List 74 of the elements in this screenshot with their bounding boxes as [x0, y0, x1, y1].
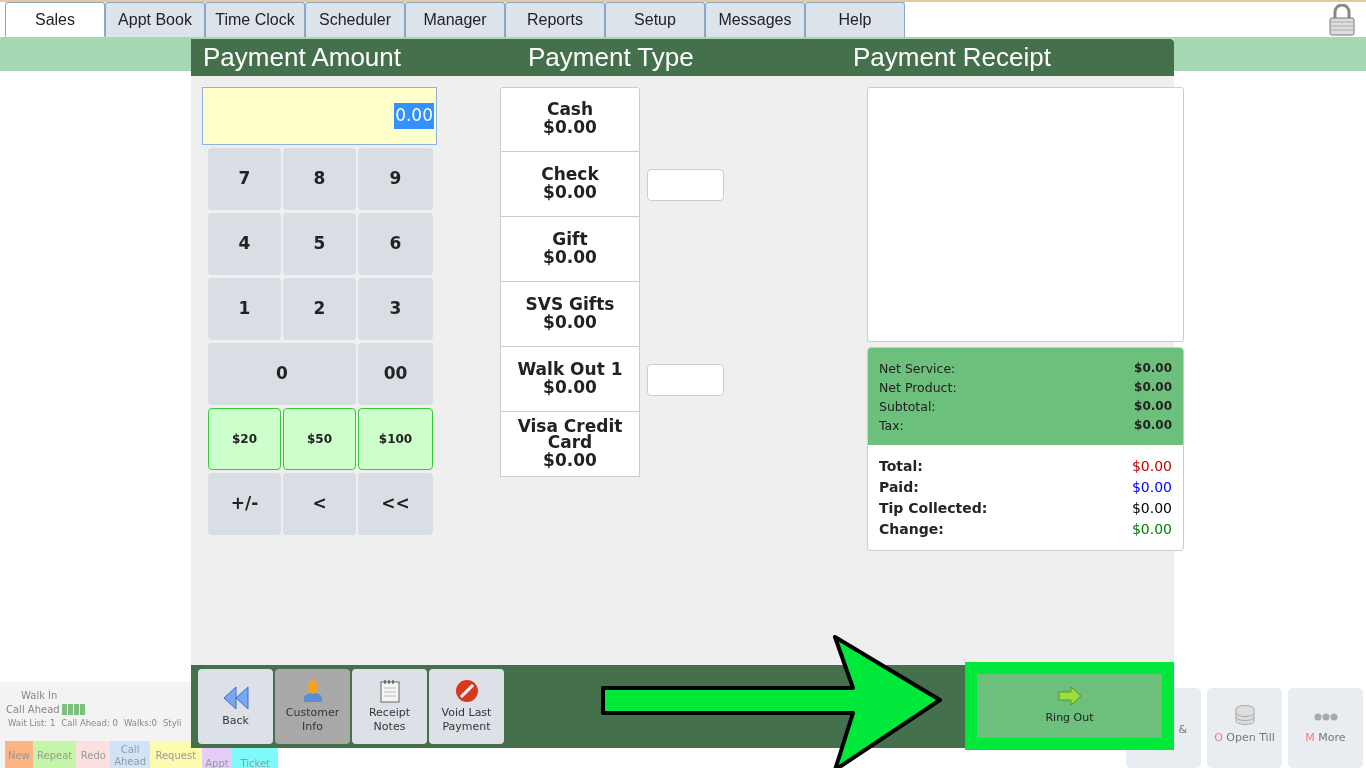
total-value: $0.00	[1131, 478, 1172, 497]
queue-label: Call Ahead	[6, 702, 60, 717]
queue-stat: Wait List: 1	[8, 716, 56, 730]
queue-stat: Walks:0	[123, 716, 157, 730]
tab[interactable]: Messages	[705, 2, 805, 37]
tab[interactable]: Manager	[405, 2, 505, 37]
keypad-key[interactable]: $20	[208, 408, 281, 470]
queue-label: Walk In	[21, 688, 58, 703]
total-label: Tip Collected:	[879, 499, 988, 518]
total-value: $0.00	[1131, 499, 1172, 518]
keypad-key[interactable]: 0	[208, 343, 356, 405]
tab[interactable]: Scheduler	[305, 2, 405, 37]
payment-type[interactable]: SVS Gifts $0.00	[500, 282, 640, 347]
keypad-key[interactable]: 3	[358, 278, 433, 340]
tab[interactable]: Setup	[605, 2, 705, 37]
summary-label: Subtotal:	[879, 398, 936, 416]
tab[interactable]: Help	[805, 2, 905, 37]
keypad-key[interactable]: 1	[208, 278, 281, 340]
queue-bars	[61, 703, 85, 715]
summary-value: $0.00	[1134, 360, 1172, 377]
panel-title: Payment Receipt	[852, 41, 1051, 74]
amount-field[interactable]	[647, 363, 724, 396]
keypad-key[interactable]: 8	[283, 148, 356, 210]
action-button[interactable]: Back	[198, 669, 273, 744]
keypad-key[interactable]: +/-	[208, 473, 281, 535]
payment-type[interactable]: Gift $0.00	[500, 217, 640, 282]
keypad-key[interactable]: <	[283, 473, 356, 535]
back-icon	[222, 684, 249, 711]
tab[interactable]: Sales	[5, 2, 105, 37]
keypad-key[interactable]: 00	[358, 343, 433, 405]
notepad-icon	[379, 678, 400, 703]
summary-label: Net Product:	[879, 379, 957, 397]
action-button[interactable]: Void Last Payment	[429, 669, 504, 744]
keypad-key[interactable]: 9	[358, 148, 433, 210]
total-value: $0.00	[1131, 520, 1172, 539]
payment-type[interactable]: Check $0.00	[500, 152, 640, 217]
keypad-key[interactable]: 2	[283, 278, 356, 340]
database-icon	[1233, 703, 1256, 726]
queue-stat: Styli	[162, 716, 182, 730]
amount-field[interactable]	[647, 168, 724, 201]
total-label: Change:	[879, 520, 944, 539]
keypad-key[interactable]: 7	[208, 148, 281, 210]
ring-out-button[interactable]: Ring Out	[977, 674, 1162, 738]
summary-value: $0.00	[1134, 379, 1172, 396]
payment-type[interactable]: Cash $0.00	[500, 87, 640, 152]
panel-title: Payment Amount	[202, 41, 402, 74]
summary-label: Net Service:	[879, 360, 956, 378]
keypad-key[interactable]: 4	[208, 213, 281, 275]
arrow-icon	[1057, 685, 1082, 706]
keypad-key[interactable]: $50	[283, 408, 356, 470]
cancel-icon	[454, 678, 479, 703]
payment-type[interactable]: Visa Credit Card $0.00	[500, 412, 640, 477]
keypad-key[interactable]: 5	[283, 213, 356, 275]
summary-label: Tax:	[879, 417, 904, 435]
panel-title: Payment Type	[527, 41, 695, 74]
action-button[interactable]: Receipt Notes	[352, 669, 427, 744]
summary-value: $0.00	[1134, 398, 1172, 415]
keypad-key[interactable]: <<	[358, 473, 433, 535]
tab[interactable]: Appt Book	[105, 2, 205, 37]
keypad-key[interactable]: 6	[358, 213, 433, 275]
tab[interactable]: Reports	[505, 2, 605, 37]
total-label: Paid:	[879, 478, 919, 497]
toolbar-button[interactable]: M More	[1288, 688, 1363, 768]
keypad-key[interactable]: $100	[358, 408, 433, 470]
tab[interactable]: Time Clock	[205, 2, 305, 37]
person-icon	[301, 678, 324, 703]
total-value: $0.00	[1131, 457, 1172, 476]
summary-value: $0.00	[1134, 417, 1172, 434]
lock-icon[interactable]	[1329, 4, 1355, 36]
total-label: Total:	[879, 457, 923, 476]
action-button[interactable]: Customer Info	[275, 669, 350, 744]
queue-stat: Call Ahead: 0	[61, 716, 118, 730]
payment-type[interactable]: Walk Out 1 $0.00	[500, 347, 640, 412]
toolbar-button[interactable]: O Open Till	[1207, 688, 1282, 768]
